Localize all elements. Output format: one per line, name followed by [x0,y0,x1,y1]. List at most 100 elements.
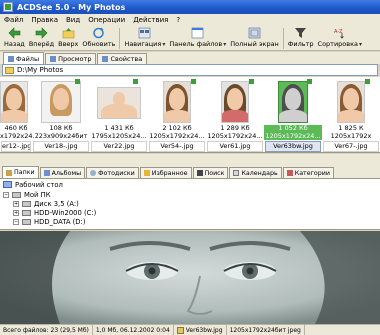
photo-thumbnail [163,81,191,123]
menu-bar: Файл Правка Вид Операции Действия ? [0,14,380,26]
sort-button[interactable]: A-Z Сортировка▾ [316,26,365,51]
album-icon [43,170,50,176]
folder-icon [5,66,14,74]
binoculars-icon [196,170,203,176]
photo-thumbnail [0,81,28,123]
tab-categories[interactable]: Категории [282,167,334,178]
photo-thumbnail [337,81,365,123]
hard-drive-icon [22,209,31,216]
tab-albums[interactable]: Альбомы [39,167,86,178]
toolbar: Назад Вперёд Вверх Обновить Навигация▾ П… [0,26,380,51]
tag-check-icon [133,79,138,84]
properties-tab-icon [102,56,109,62]
window-title: ACDSee 5.0 - My Photos [17,2,126,12]
navigation-icon [139,27,151,39]
image-file-icon [176,326,184,334]
photo-thumbnail [41,81,81,123]
menu-operations[interactable]: Операции [88,16,125,24]
thumbnail-item[interactable]: 1 289 Кб 1205x1792x24... Ver61.jpg [206,77,264,152]
image-preview [0,231,380,324]
tab-properties[interactable]: Свойства [97,53,148,64]
photo-thumbnail [97,87,141,119]
refresh-button[interactable]: Обновить [80,26,117,51]
tag-check-icon [191,79,196,84]
tab-favorites[interactable]: Избранное [139,167,192,178]
up-button[interactable]: Вверх [56,26,80,51]
expand-icon[interactable]: + [13,209,19,216]
menu-help[interactable]: ? [176,16,180,24]
status-file-dims: 1205x1792x24бит jpeg [227,325,305,335]
path-bar[interactable]: D:\My Photos [2,64,378,76]
categories-icon [286,170,293,176]
fullscreen-button[interactable]: Полный экран [228,26,281,51]
forward-arrow-icon [35,27,48,39]
acdsee-app-icon [3,2,13,12]
tab-photodiscs[interactable]: Фотодиски [86,167,139,178]
folder-icon [6,169,12,176]
floppy-drive-icon [22,200,31,207]
collapse-icon[interactable]: − [3,191,9,198]
photo-thumbnail [278,81,308,123]
tag-check-icon [365,79,370,84]
up-folder-icon [62,28,75,39]
browse-tabs: Папки Альбомы Фотодиски Избранное Поиск … [0,165,380,178]
tag-check-icon [249,79,254,84]
preview-tab-icon [50,56,57,62]
collapse-icon[interactable]: − [13,218,19,225]
hard-drive-icon [22,218,31,225]
tab-search[interactable]: Поиск [192,167,229,178]
thumbnail-item[interactable]: 1 825 К 1205x1792x Ver67-.jpg [322,77,380,152]
chevron-down-icon: ▾ [223,41,227,48]
tree-item-hdd-c[interactable]: + HDD-Win2000 (C:) [13,208,96,217]
tree-item-my-computer[interactable]: − Мой ПК [3,190,51,199]
filter-funnel-icon [295,28,307,38]
expand-icon[interactable]: + [13,200,19,207]
portrait-photo [0,231,380,324]
menu-view[interactable]: Вид [66,16,80,24]
status-bar: Всего файлов: 23 (29,5 Мб) 1,0 Мб, 06.12… [0,324,380,335]
menu-actions[interactable]: Действия [133,16,168,24]
tab-folders[interactable]: Папки [2,166,39,178]
files-tab-icon [8,55,14,62]
title-bar: ACDSee 5.0 - My Photos [0,0,380,14]
fullscreen-icon [248,27,261,39]
back-arrow-icon [8,27,21,39]
tab-preview[interactable]: Просмотр [45,53,97,64]
tab-calendar[interactable]: Календарь [229,167,282,178]
view-tabs: Файлы Просмотр Свойства [0,52,380,64]
thumbnail-item[interactable]: 460 Кб x1792x24... er12-.jpg [0,77,39,152]
tag-check-icon [307,79,312,84]
status-total-files: Всего файлов: 23 (29,5 Мб) [0,325,93,335]
calendar-icon [233,170,240,176]
chevron-down-icon: ▾ [162,41,166,48]
pane-splitter[interactable] [0,154,380,165]
back-button[interactable]: Назад [2,26,27,51]
thumbnail-item[interactable]: 2 102 Кб 1205x1792x24... Ver54-.jpg [148,77,206,152]
chevron-down-icon: ▾ [359,41,363,48]
refresh-icon [93,27,105,39]
status-file-name: Ver63bw.jpg [174,325,227,335]
status-file-info: 1,0 Мб, 06.12.2002 0:04 [93,325,174,335]
thumbnail-strip: 460 Кб x1792x24... er12-.jpg 108 Кб 723x90… [0,77,380,153]
computer-icon [12,191,21,198]
tree-item-hdd-d[interactable]: − HDD_DATA (D:) [13,217,85,226]
tree-item-desktop[interactable]: Рабочий стол [3,180,63,189]
disc-icon [90,170,97,176]
thumbnail-item[interactable]: 108 Кб 723x909x24бит Ver18-.jpg [32,77,90,152]
current-path: D:\My Photos [17,66,64,74]
files-panel-button[interactable]: Панель файлов▾ [167,26,228,51]
menu-edit[interactable]: Правка [31,16,58,24]
thumbnail-item-selected[interactable]: 1 052 Кб 1205x1792x24... Ver63bw.jpg [264,77,322,152]
menu-file[interactable]: Файл [4,16,23,24]
photo-thumbnail [221,81,249,123]
folder-tree: Рабочий стол − Мой ПК + Диск 3,5 (A:) + … [0,178,380,230]
tag-check-icon [75,79,80,84]
toolbar-separator [119,28,121,49]
thumbnail-item[interactable]: 1 431 Кб 1795x1205x24... Ver22.jpg [90,77,148,152]
files-panel-icon [191,27,204,39]
navigation-button[interactable]: Навигация▾ [122,26,167,51]
filter-button[interactable]: Фильтр [286,26,316,51]
forward-button[interactable]: Вперёд [27,26,56,51]
tab-files[interactable]: Файлы [3,52,45,64]
tree-item-floppy[interactable]: + Диск 3,5 (A:) [13,199,79,208]
